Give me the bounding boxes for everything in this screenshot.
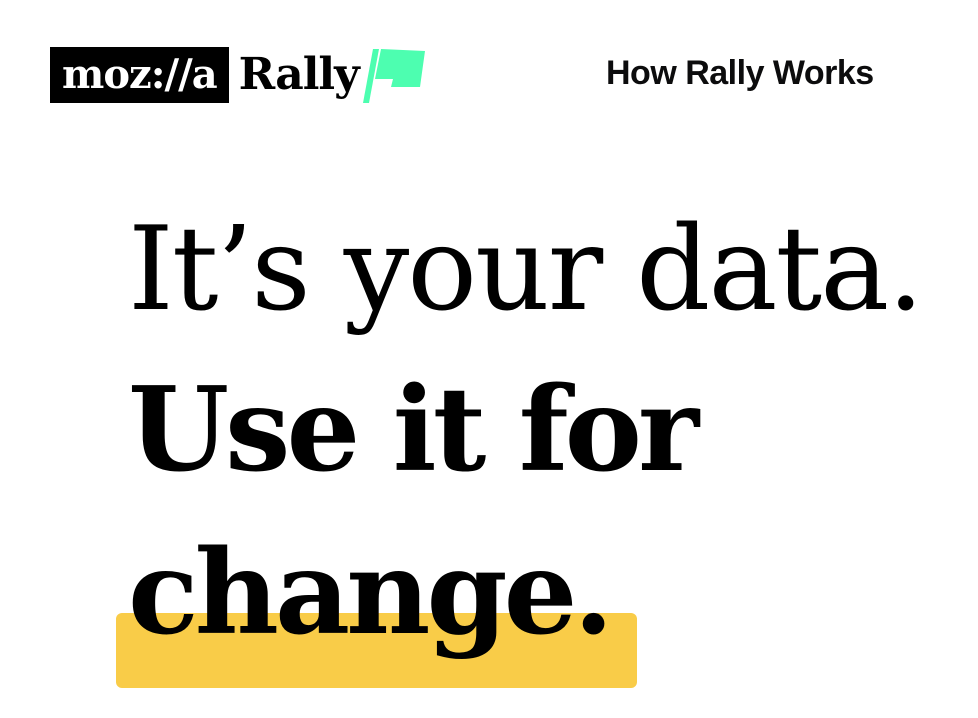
hero-line-1: It’s your data. <box>128 202 924 337</box>
nav-how-rally-works[interactable]: How Rally Works <box>606 54 874 93</box>
flag-icon <box>362 49 425 103</box>
mozilla-rally-logo[interactable]: moz://a Rally <box>50 46 427 104</box>
rally-wordmark: Rally <box>238 49 360 100</box>
hero-line-3: change. <box>128 525 614 661</box>
hero-line-2: Use it for <box>128 362 699 498</box>
mozilla-wordmark: moz://a <box>50 47 229 103</box>
